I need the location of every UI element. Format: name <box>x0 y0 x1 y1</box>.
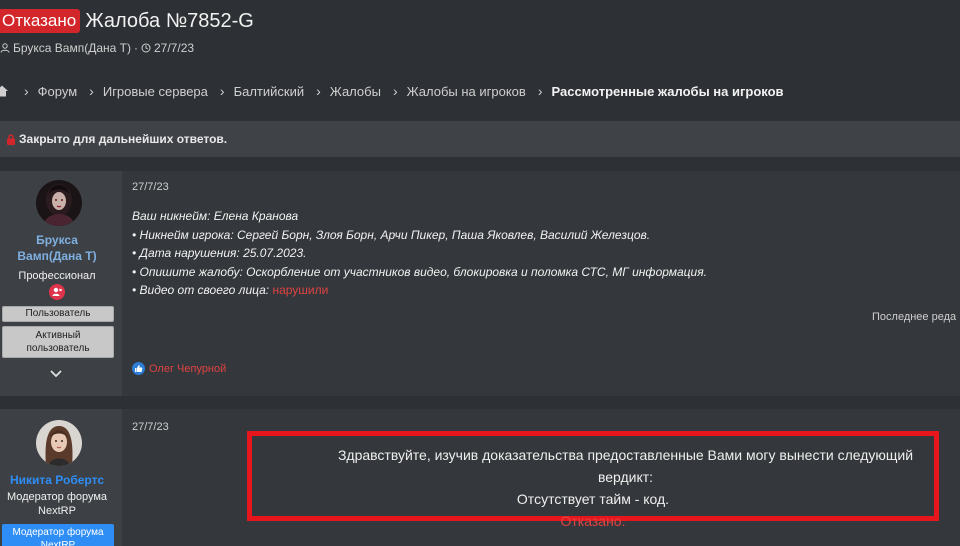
post-user-cell: Никита Робертс Модератор форума NextRP М… <box>0 409 122 546</box>
post-body: Ваш никнейм: Елена Кранова • Никнейм игр… <box>132 207 707 300</box>
reaction-bar: Олег Чепурной <box>132 362 226 375</box>
thread-title: Жалоба №7852-G <box>85 9 254 32</box>
post: Брукса Вамп(Дана Т) Профессионал Пользов… <box>0 171 960 396</box>
avatar[interactable] <box>36 420 82 466</box>
verdict-line: Отсутствует тайм - код. <box>516 491 670 507</box>
chevron-right-icon: › <box>219 83 225 99</box>
breadcrumb-complaints[interactable]: Жалобы <box>330 84 381 99</box>
user-title-line: NextRP <box>38 505 76 517</box>
post-line: Ваш никнейм: Елена Кранова <box>132 209 299 223</box>
chevron-right-icon: › <box>316 83 321 99</box>
username[interactable]: Никита Робертс <box>0 472 114 488</box>
user-title: Профессионал <box>18 270 96 282</box>
closed-notice-text: Закрыто для дальнейших ответов. <box>19 132 228 146</box>
title-row: Отказано Жалоба №7852-G <box>0 9 254 33</box>
post-user-cell: Брукса Вамп(Дана Т) Профессионал Пользов… <box>0 171 122 396</box>
thread-meta: Брукса Вамп(Дана Т) · 27/7/23 <box>0 41 194 55</box>
role-badge-moderator: Модератор форума NextRP <box>2 524 114 546</box>
role-badge-active-user: Активный пользователь <box>2 326 114 358</box>
thread-header: Отказано Жалоба №7852-G Брукса Вамп(Дана… <box>0 0 960 70</box>
lock-icon <box>7 133 15 145</box>
post-date[interactable]: 27/7/23 <box>132 421 169 433</box>
avatar[interactable] <box>36 180 82 226</box>
status-badge: Отказано <box>0 9 81 33</box>
chevron-right-icon: › <box>537 83 543 99</box>
breadcrumb-player-complaints[interactable]: Жалобы на игроков <box>407 84 526 99</box>
chevron-right-icon: › <box>24 83 29 99</box>
clock-icon <box>141 43 151 53</box>
verdict-line: Здравствуйте, изучив доказательства пред… <box>337 447 914 485</box>
username[interactable]: Брукса Вамп(Дана Т) <box>0 232 114 264</box>
username-line: Вамп(Дана Т) <box>17 249 97 263</box>
thread-author[interactable]: Брукса Вамп(Дана Т) <box>13 41 131 55</box>
breadcrumb-baltic[interactable]: Балтийский <box>234 84 305 99</box>
username-line: Брукса <box>36 233 78 247</box>
user-badge-icon <box>49 284 65 300</box>
breadcrumb-forum[interactable]: Форум <box>38 84 78 99</box>
verdict-status: Отказано. <box>560 513 626 529</box>
post-line: • Дата нарушения: 25.07.2023. <box>132 246 307 260</box>
meta-separator: · <box>134 41 138 55</box>
post-line: • Видео от своего лица: нарушили <box>132 281 707 300</box>
breadcrumb: › Форум › Игровые сервера › Балтийский ›… <box>0 82 784 100</box>
video-link[interactable]: нарушили <box>272 283 328 297</box>
chevron-down-icon[interactable] <box>49 369 63 379</box>
verdict-box: Здравствуйте, изучив доказательства пред… <box>247 431 939 529</box>
like-icon[interactable] <box>132 362 145 375</box>
video-label: • Видео от своего лица: <box>132 283 273 297</box>
thread-date[interactable]: 27/7/23 <box>154 41 194 55</box>
post-line: • Опишите жалобу: Оскорбление от участни… <box>132 264 707 279</box>
chevron-right-icon: › <box>89 83 94 99</box>
home-icon[interactable] <box>0 85 12 97</box>
last-edited-note: Последнее реда <box>872 311 957 323</box>
post-line: • Никнейм игрока: Сергей Борн, Злоя Борн… <box>132 227 651 242</box>
user-title-line: Модератор форума <box>6 491 108 503</box>
breadcrumb-reviewed-complaints[interactable]: Рассмотренные жалобы на игроков <box>551 84 783 99</box>
post: Никита Робертс Модератор форума NextRP М… <box>0 409 960 546</box>
role-badge-user: Пользователь <box>2 306 114 322</box>
closed-notice: Закрыто для дальнейших ответов. <box>0 121 960 157</box>
chevron-right-icon: › <box>392 83 398 99</box>
breadcrumb-game-servers[interactable]: Игровые сервера <box>103 84 208 99</box>
reaction-user[interactable]: Олег Чепурной <box>149 363 226 375</box>
user-title: Модератор форума NextRP <box>0 490 114 518</box>
user-icon <box>0 43 10 53</box>
post-date[interactable]: 27/7/23 <box>132 181 169 193</box>
